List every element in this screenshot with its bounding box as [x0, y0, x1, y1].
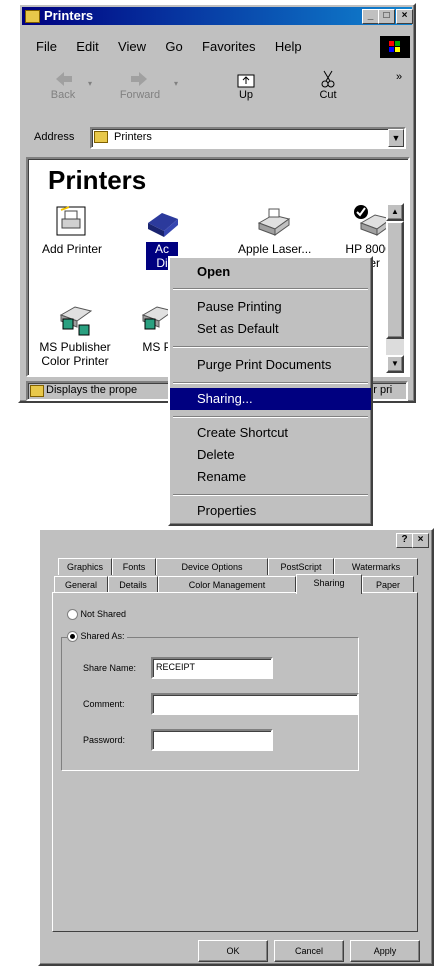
share-name-input[interactable]: RECEIPT	[151, 657, 273, 679]
folder-icon	[25, 10, 40, 23]
address-label: Address	[34, 131, 75, 143]
up-button[interactable]: Up	[224, 69, 268, 101]
tab-sharing[interactable]: Sharing	[296, 574, 362, 594]
menu-view[interactable]: View	[110, 39, 154, 54]
printer-icon	[148, 213, 178, 237]
comment-input[interactable]	[151, 693, 359, 715]
toolbar-more-chevron[interactable]: »	[396, 71, 402, 83]
printer-icon	[257, 208, 291, 236]
printer-item[interactable]: MS Publisher Color Printer	[30, 299, 120, 368]
folder-icon	[94, 131, 108, 143]
vertical-scrollbar[interactable]: ▲ ▼	[386, 203, 404, 373]
menu-item-pause-printing[interactable]: Pause Printing	[170, 296, 371, 318]
tab-device-options[interactable]: Device Options	[156, 558, 268, 575]
shared-as-radio[interactable]: Shared As:	[67, 631, 127, 643]
menu-item-open[interactable]: Open	[170, 261, 371, 283]
back-dropdown-icon[interactable]: ▾	[88, 79, 92, 88]
back-arrow-icon	[56, 72, 72, 86]
status-text: Displays the prope	[46, 384, 138, 396]
menu-item-properties[interactable]: Properties	[170, 500, 371, 522]
minimize-button[interactable]: _	[362, 9, 379, 24]
folder-heading: Printers	[48, 165, 147, 195]
ok-button[interactable]: OK	[198, 940, 268, 962]
menu-go[interactable]: Go	[157, 39, 190, 54]
address-input[interactable]: Printers ▼	[90, 127, 406, 149]
dialog-titlebar[interactable]: ? ×	[42, 532, 430, 548]
scroll-down-button[interactable]: ▼	[386, 355, 404, 373]
window-titlebar[interactable]: Printers _ □ ×	[22, 7, 413, 25]
up-folder-icon	[237, 74, 255, 88]
tab-watermarks[interactable]: Watermarks	[334, 558, 418, 575]
tab-paper[interactable]: Paper	[362, 576, 414, 593]
radio-selected-icon	[67, 631, 78, 643]
menu-item-sharing[interactable]: Sharing...	[170, 388, 371, 410]
not-shared-radio[interactable]: Not Shared	[67, 609, 126, 621]
tab-postscript[interactable]: PostScript	[268, 558, 334, 575]
windows-logo-icon	[380, 36, 410, 58]
comment-label: Comment:	[83, 699, 125, 709]
window-title: Printers	[44, 8, 94, 23]
status-icon	[30, 385, 44, 397]
menu-separator	[173, 494, 368, 496]
address-value: Printers	[114, 131, 152, 143]
menu-separator	[173, 346, 368, 348]
menu-item-rename[interactable]: Rename	[170, 466, 371, 488]
menu-separator	[173, 416, 368, 418]
tab-details[interactable]: Details	[108, 576, 158, 593]
menu-edit[interactable]: Edit	[68, 39, 106, 54]
menu-help[interactable]: Help	[267, 39, 310, 54]
menu-item-set-default[interactable]: Set as Default	[170, 318, 371, 340]
password-label: Password:	[83, 735, 126, 745]
password-input[interactable]	[151, 729, 273, 751]
radio-empty-icon	[67, 609, 78, 621]
close-button[interactable]: ×	[412, 533, 429, 548]
address-bar: Address Printers ▼	[30, 127, 410, 151]
apply-button[interactable]: Apply	[350, 940, 420, 962]
maximize-button[interactable]: □	[378, 9, 395, 24]
back-button[interactable]: Back	[38, 69, 88, 101]
tab-general[interactable]: General	[54, 576, 108, 593]
add-printer-icon	[56, 206, 86, 236]
menu-separator	[173, 288, 368, 290]
printer-item-add[interactable]: Add Printer	[32, 205, 112, 256]
menu-bar: File Edit View Go Favorites Help	[28, 39, 408, 59]
tab-color-management[interactable]: Color Management	[158, 576, 296, 593]
scissors-icon	[321, 70, 335, 88]
menu-item-create-shortcut[interactable]: Create Shortcut	[170, 422, 371, 444]
forward-button[interactable]: Forward	[110, 69, 170, 101]
forward-dropdown-icon[interactable]: ▾	[174, 79, 178, 88]
printer-label: Apple Laser...	[238, 242, 312, 256]
menu-favorites[interactable]: Favorites	[194, 39, 263, 54]
close-button[interactable]: ×	[396, 9, 413, 24]
printer-label: Add Printer	[41, 242, 103, 256]
menu-separator	[173, 382, 368, 384]
address-dropdown-button[interactable]: ▼	[388, 129, 404, 147]
printer-item[interactable]: Apple Laser...	[238, 205, 312, 256]
scroll-up-button[interactable]: ▲	[386, 203, 404, 221]
printer-label: MS Publisher Color Printer	[39, 340, 111, 368]
toolbar: Back ▾ Forward ▾ Up Cut »	[24, 65, 410, 117]
cancel-button[interactable]: Cancel	[274, 940, 344, 962]
menu-file[interactable]: File	[28, 39, 65, 54]
sharing-panel: Not Shared Shared As: Share Name: RECEIP…	[52, 592, 418, 932]
scroll-thumb[interactable]	[386, 221, 404, 339]
context-menu: Open Pause Printing Set as Default Purge…	[168, 256, 373, 526]
printer-network-icon	[59, 306, 93, 336]
properties-dialog: ? × Graphics Fonts Device Options PostSc…	[38, 528, 434, 966]
tab-graphics[interactable]: Graphics	[58, 558, 112, 575]
share-name-label: Share Name:	[83, 663, 137, 673]
forward-arrow-icon	[131, 72, 147, 86]
menu-item-purge[interactable]: Purge Print Documents	[170, 354, 371, 376]
tab-fonts[interactable]: Fonts	[112, 558, 156, 575]
help-button[interactable]: ?	[396, 533, 413, 548]
cut-button[interactable]: Cut	[308, 69, 348, 101]
menu-item-delete[interactable]: Delete	[170, 444, 371, 466]
